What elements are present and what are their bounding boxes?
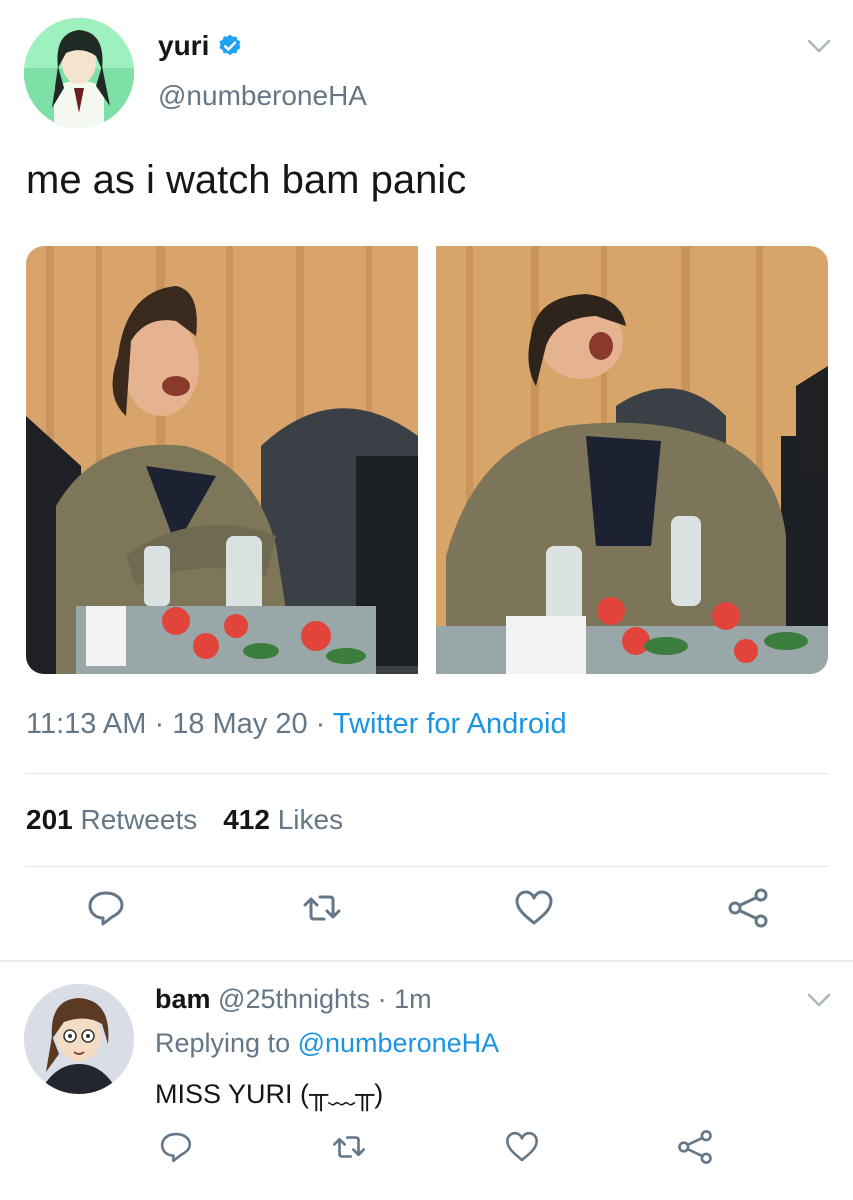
share-icon xyxy=(678,1130,712,1164)
likes-stat[interactable]: 412 Likes xyxy=(223,804,343,835)
reply-display-name[interactable]: bam xyxy=(155,984,211,1014)
like-button[interactable] xyxy=(512,886,556,930)
photo-right[interactable] xyxy=(436,246,828,674)
author-name-row[interactable]: yuri xyxy=(158,30,243,62)
share-icon xyxy=(728,888,768,928)
divider xyxy=(26,773,828,774)
reply-icon xyxy=(88,891,124,926)
photo-left[interactable] xyxy=(26,246,418,674)
like-button[interactable] xyxy=(503,1128,541,1166)
media-grid xyxy=(26,246,828,674)
tweet-date[interactable]: 18 May 20 xyxy=(172,708,307,740)
tweet-time[interactable]: 11:13 AM xyxy=(26,708,146,740)
meta-separator: · xyxy=(315,708,326,740)
retweet-button[interactable] xyxy=(330,1128,368,1166)
display-name[interactable]: yuri xyxy=(158,30,209,62)
share-button[interactable] xyxy=(726,886,770,930)
verified-badge-icon xyxy=(219,34,241,56)
replying-to: Replying to @numberoneHA xyxy=(155,1028,499,1059)
like-count: 412 xyxy=(223,804,270,835)
chevron-down-icon[interactable] xyxy=(806,990,832,1010)
meta-separator: · xyxy=(377,984,387,1014)
reply-tweet[interactable]: bam @25thnights · 1m Replying to @number… xyxy=(0,962,853,1200)
avatar[interactable] xyxy=(24,18,134,128)
tweet-meta: 11:13 AM · 18 May 20 · Twitter for Andro… xyxy=(26,708,567,741)
main-tweet: yuri @numberoneHA me as i watch bam pani… xyxy=(0,0,853,960)
avatar[interactable] xyxy=(24,984,134,1094)
retweet-icon xyxy=(303,895,341,921)
retweet-count: 201 xyxy=(26,804,73,835)
tweet-actions xyxy=(0,886,853,942)
share-button[interactable] xyxy=(676,1128,714,1166)
heart-icon xyxy=(515,890,553,925)
tweet-source-link[interactable]: Twitter for Android xyxy=(333,708,567,740)
reply-age[interactable]: 1m xyxy=(394,984,432,1014)
replying-label: Replying to xyxy=(155,1028,291,1058)
chevron-down-icon[interactable] xyxy=(806,36,832,56)
reply-actions xyxy=(0,1128,853,1172)
retweet-label: Retweets xyxy=(80,804,198,835)
heart-icon xyxy=(506,1131,538,1162)
retweets-stat[interactable]: 201 Retweets xyxy=(26,804,197,835)
reply-button[interactable] xyxy=(157,1128,195,1166)
like-label: Likes xyxy=(277,804,344,835)
meta-separator: · xyxy=(154,708,165,740)
reply-text: MISS YURI (╥﹏╥) xyxy=(155,1079,384,1109)
tweet-text: me as i watch bam panic xyxy=(26,158,467,202)
reply-header: bam @25thnights · 1m xyxy=(155,984,432,1015)
reply-button[interactable] xyxy=(84,886,128,930)
reply-handle[interactable]: @25thnights xyxy=(218,984,370,1014)
reply-icon xyxy=(160,1132,192,1163)
retweet-button[interactable] xyxy=(300,886,344,930)
replying-mention-link[interactable]: @numberoneHA xyxy=(298,1028,500,1058)
engagement-stats: 201 Retweets 412 Likes xyxy=(26,804,343,836)
handle[interactable]: @numberoneHA xyxy=(158,80,367,112)
retweet-icon xyxy=(333,1136,365,1158)
divider xyxy=(26,866,828,867)
